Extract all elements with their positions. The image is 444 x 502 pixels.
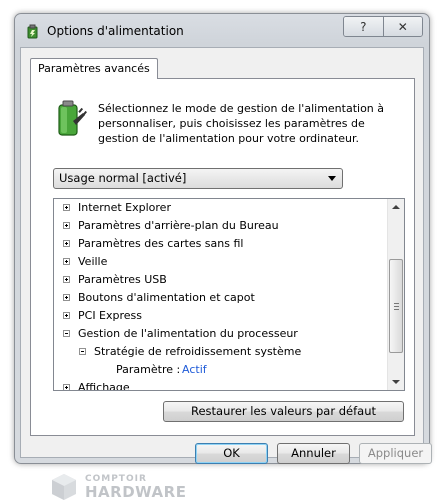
scroll-thumb[interactable] [389,259,403,353]
apply-button[interactable]: Appliquer [359,443,432,464]
tab-advanced-settings[interactable]: Paramètres avancés [30,58,158,79]
watermark-cube-icon [52,474,76,500]
setting-value-link[interactable]: Actif [182,361,207,379]
power-options-dialog: Options d'alimentation ? ✕ Paramètres av… [14,13,432,501]
scroll-up-icon[interactable] [392,205,400,209]
scroll-down-icon[interactable] [392,380,400,384]
dialog-content: Paramètres avancés Sélectionnez le mode … [20,47,432,501]
tree-item[interactable]: Affichage [54,379,388,391]
title-buttons: ? ✕ [343,16,423,37]
grip-icon [394,303,399,310]
tree-item[interactable]: Internet Explorer [54,199,388,217]
help-button[interactable]: ? [344,17,383,36]
chevron-down-icon [328,176,336,181]
tree-item-label: Paramètre : [116,363,181,376]
tree-item-label: Veille [78,255,108,268]
tree-scrollbar[interactable] [387,199,404,390]
tree-item-label: Paramètres des cartes sans fil [78,237,244,250]
expand-icon[interactable] [63,276,70,283]
collapse-icon[interactable] [79,348,86,355]
tree-item[interactable]: Paramètres USB [54,271,388,289]
cancel-button[interactable]: Annuler [277,443,350,464]
tree-item-label: Paramètres USB [78,273,167,286]
window-title: Options d'alimentation [47,24,184,38]
tree-item-label: Paramètres d'arrière-plan du Bureau [78,219,279,232]
watermark-logo: COMPTOIR HARDWARE [49,472,189,502]
ok-button[interactable]: OK [195,443,268,464]
tree-rows: Internet Explorer Paramètres d'arrière-pl… [54,199,388,391]
tree-item[interactable]: Gestion de l'alimentation du processeur [54,325,388,343]
tree-item[interactable]: Paramètres des cartes sans fil [54,235,388,253]
tab-panel: Sélectionnez le mode de gestion de l'ali… [30,78,415,436]
tree-item-label: Stratégie de refroidissement système [94,345,302,358]
tree-item[interactable]: Veille [54,253,388,271]
tree-item-label: Affichage [78,381,130,391]
close-button[interactable]: ✕ [382,17,422,36]
restore-defaults-button[interactable]: Restaurer les valeurs par défaut [163,401,404,422]
collapse-icon[interactable] [63,330,70,337]
tree-item-label: PCI Express [78,309,143,322]
title-bar: Options d'alimentation ? ✕ [15,14,429,48]
tree-item[interactable]: Boutons d'alimentation et capot [54,289,388,307]
tree-item[interactable]: Paramètre : Actif [54,361,388,379]
settings-tree[interactable]: Internet Explorer Paramètres d'arrière-pl… [53,198,405,391]
tree-item-label: Boutons d'alimentation et capot [78,291,255,304]
expand-icon[interactable] [63,258,70,265]
tree-item-label: Internet Explorer [78,201,171,214]
tree-item[interactable]: Stratégie de refroidissement système [54,343,388,361]
tree-item[interactable]: Paramètres d'arrière-plan du Bureau [54,217,388,235]
tree-item-label: Gestion de l'alimentation du processeur [78,327,298,340]
tree-item[interactable]: PCI Express [54,307,388,325]
power-plan-select[interactable]: Usage normal [activé] [53,168,343,189]
expand-icon[interactable] [63,384,70,390]
battery-plug-icon [58,100,87,136]
power-options-icon [27,24,38,39]
expand-icon[interactable] [63,222,70,229]
intro-text: Sélectionnez le mode de gestion de l'ali… [98,102,385,145]
expand-icon[interactable] [63,240,70,247]
watermark-main-text: HARDWARE [85,483,187,501]
expand-icon[interactable] [63,204,70,211]
expand-icon[interactable] [63,294,70,301]
expand-icon[interactable] [63,312,70,319]
power-plan-selected: Usage normal [activé] [59,171,187,185]
